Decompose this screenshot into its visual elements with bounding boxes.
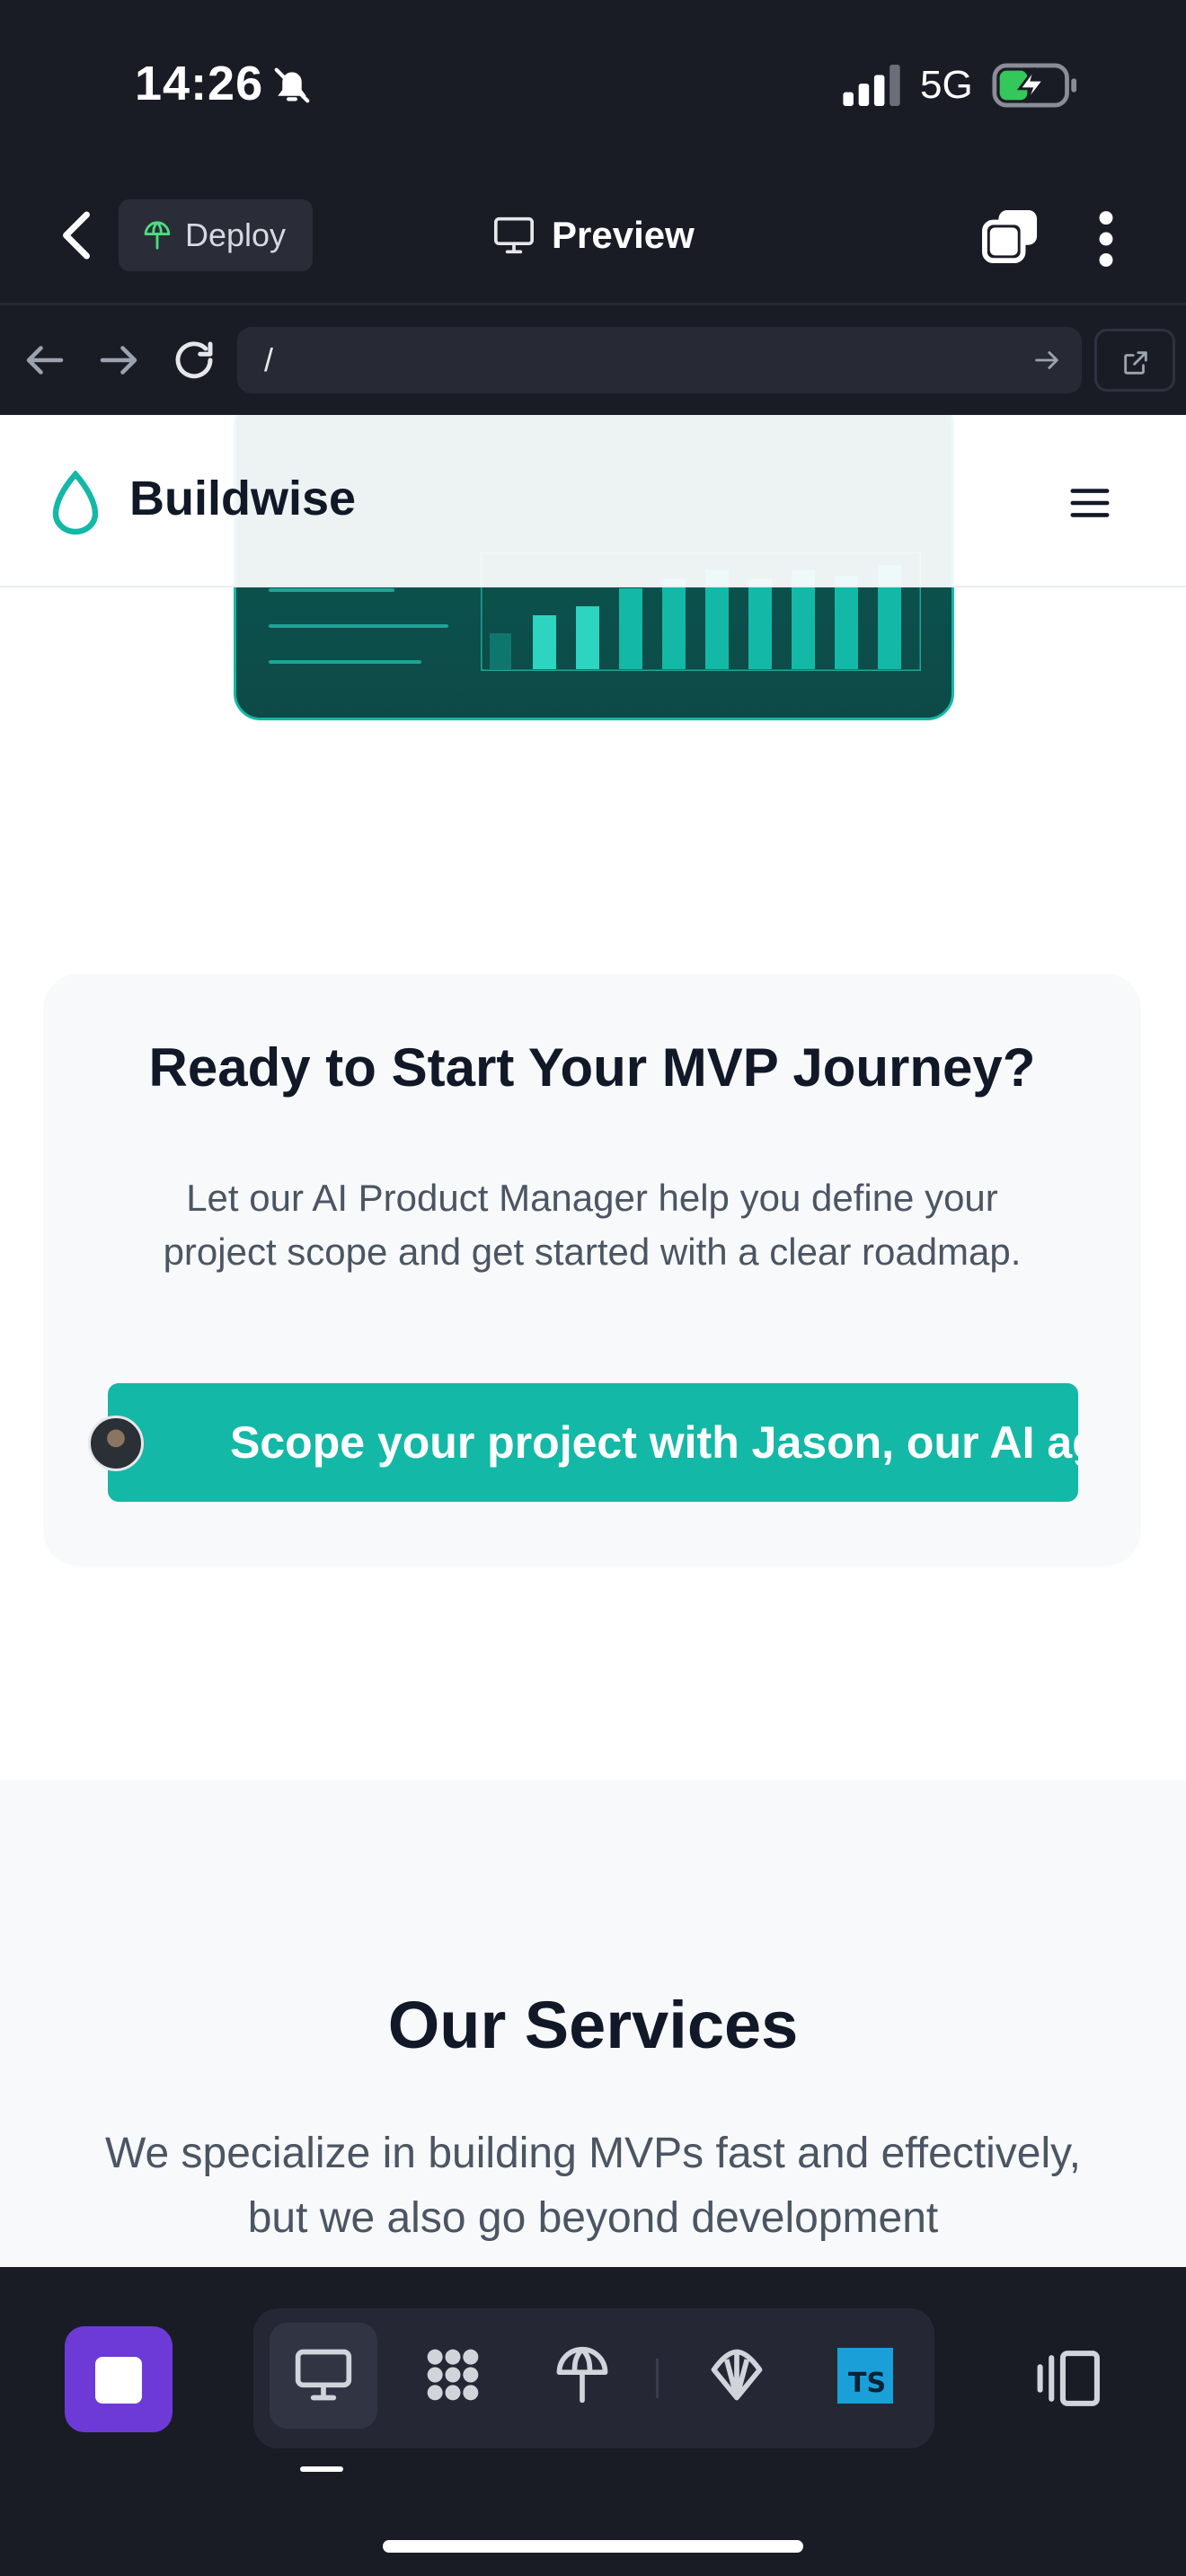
cta-text: Let our AI Product Manager help you defi… <box>163 1177 1022 1273</box>
reload-icon[interactable] <box>169 336 219 384</box>
url-input[interactable]: / <box>237 327 1082 393</box>
monitor-icon <box>494 216 534 254</box>
preview-title: Preview <box>492 207 695 264</box>
tool-integrations[interactable] <box>399 2323 507 2429</box>
services-heading: Our Services <box>387 1988 799 2062</box>
preview-label: Preview <box>552 214 695 256</box>
buildwise-logo-icon[interactable] <box>50 471 101 535</box>
tool-typescript[interactable]: TS <box>812 2323 920 2429</box>
monitor-icon <box>295 2349 352 2401</box>
battery-charging-icon <box>992 63 1077 108</box>
scope-project-label: Scope your project with Jason, our AI ag… <box>230 1417 1078 1468</box>
shell-icon <box>711 2349 763 2401</box>
cta-card: Ready to Start Your MVP Journey? Let our… <box>43 974 1141 1566</box>
status-bar: 14:26 5G <box>0 0 1186 171</box>
deploy-button[interactable]: Deploy <box>119 199 313 271</box>
deploy-globe-icon <box>144 221 171 250</box>
tool-shell[interactable] <box>683 2323 791 2429</box>
web-preview: Buildwise Ready to Start Your MVP Journe… <box>0 415 1186 2267</box>
bell-muted-icon <box>274 67 310 103</box>
typescript-icon: TS <box>837 2348 893 2404</box>
stop-icon <box>95 2357 142 2404</box>
network-label: 5G <box>920 63 973 107</box>
external-link-icon <box>1124 351 1147 375</box>
stop-button[interactable] <box>65 2326 173 2432</box>
cta-heading: Ready to Start Your MVP Journey? <box>148 1037 1036 1098</box>
services-section: Our Services We specialize in building M… <box>0 1780 1186 2267</box>
panel-toggle-icon[interactable] <box>1033 2346 1102 2411</box>
scope-project-button[interactable]: Scope your project with Jason, our AI ag… <box>108 1383 1078 1502</box>
site-header: Buildwise <box>0 415 1186 587</box>
site-brand[interactable]: Buildwise <box>129 471 356 526</box>
home-indicator[interactable] <box>383 2540 803 2553</box>
hamburger-menu-icon[interactable] <box>1069 487 1111 519</box>
bottom-dock: TS <box>0 2267 1186 2576</box>
tabs-icon[interactable] <box>981 208 1040 264</box>
url-go-icon[interactable] <box>1031 345 1062 375</box>
services-text: We specialize in building MVPs fast and … <box>105 2130 1081 2242</box>
tool-preview[interactable] <box>270 2323 377 2429</box>
signal-icon <box>843 65 900 106</box>
tool-separator <box>656 2359 659 2398</box>
integrations-icon <box>427 2349 479 2401</box>
avatar <box>88 1416 144 1471</box>
url-text: / <box>264 341 274 378</box>
browser-forward-icon[interactable] <box>93 336 144 384</box>
app-toolbar: Deploy Preview <box>0 171 1186 305</box>
deploy-label: Deploy <box>185 216 287 253</box>
deploy-globe-icon <box>556 2346 608 2404</box>
back-icon[interactable] <box>56 208 97 262</box>
active-tool-indicator <box>300 2466 343 2472</box>
open-external-button[interactable] <box>1094 329 1175 392</box>
browser-back-icon[interactable] <box>20 336 70 384</box>
tool-deploy[interactable] <box>528 2323 636 2429</box>
browser-bar: / <box>0 305 1186 415</box>
status-time: 14:26 <box>135 57 264 110</box>
tool-group: TS <box>253 2308 934 2448</box>
more-options-icon[interactable] <box>1091 210 1121 268</box>
